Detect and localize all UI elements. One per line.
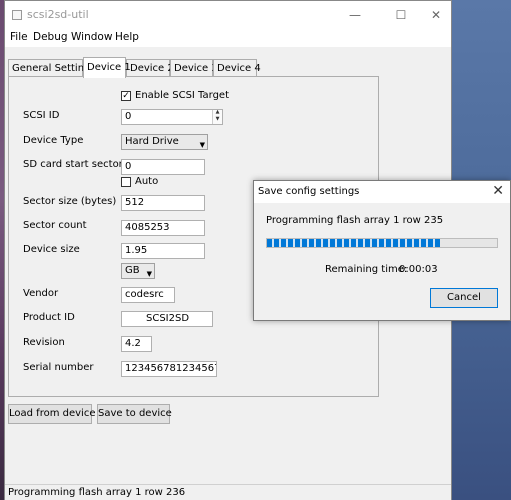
sd-start-sector-input[interactable]: 0 bbox=[121, 159, 205, 175]
tab-general-settings[interactable]: General Settings bbox=[8, 59, 96, 76]
device-type-value: Hard Drive bbox=[125, 136, 179, 147]
auto-label: Auto bbox=[135, 176, 159, 187]
tab-device-2[interactable]: Device 2 bbox=[126, 59, 174, 76]
app-icon bbox=[12, 10, 22, 20]
window-title: scsi2sd-util bbox=[27, 8, 89, 21]
enable-scsi-target-label: Enable SCSI Target bbox=[135, 90, 229, 101]
remaining-time-value: 0:00:03 bbox=[399, 264, 438, 275]
sector-count-label: Sector count bbox=[23, 220, 87, 231]
tab-device-3[interactable]: Device 3 bbox=[170, 59, 218, 76]
remaining-time-label: Remaining time: bbox=[325, 264, 408, 275]
device-size-unit-select[interactable]: GB ▼ bbox=[121, 263, 155, 279]
scsi-id-input[interactable]: 0 ▲ ▼ bbox=[121, 109, 223, 125]
dialog-title-bar[interactable]: Save config settings ✕ bbox=[254, 181, 510, 203]
device-size-input[interactable]: 1.95 bbox=[121, 243, 205, 259]
close-icon[interactable]: ✕ bbox=[425, 6, 447, 24]
sd-start-sector-label: SD card start sector bbox=[23, 159, 123, 170]
status-bar: Programming flash array 1 row 236 bbox=[5, 484, 451, 500]
revision-input[interactable]: 4.2 bbox=[121, 336, 152, 352]
chevron-down-icon: ▼ bbox=[146, 270, 152, 278]
sector-count-input[interactable]: 4085253 bbox=[121, 220, 205, 236]
device-type-select[interactable]: Hard Drive ▼ bbox=[121, 134, 208, 150]
menu-bar: File Debug Window Help bbox=[5, 29, 451, 47]
progress-bar bbox=[266, 238, 498, 248]
device-type-label: Device Type bbox=[23, 135, 84, 146]
device-size-unit-value: GB bbox=[125, 265, 140, 276]
tab-device-4[interactable]: Device 4 bbox=[213, 59, 261, 76]
title-bar[interactable]: scsi2sd-util — ☐ ✕ bbox=[5, 1, 451, 29]
sector-size-label: Sector size (bytes) bbox=[23, 196, 117, 207]
revision-label: Revision bbox=[23, 337, 65, 348]
product-id-label: Product ID bbox=[23, 312, 75, 323]
enable-scsi-target-checkbox[interactable]: ✓ bbox=[121, 91, 131, 101]
close-icon[interactable]: ✕ bbox=[492, 183, 504, 199]
load-from-device-button[interactable]: Load from device bbox=[8, 404, 95, 424]
menu-file[interactable]: File bbox=[10, 31, 28, 43]
scsi-id-spinner[interactable]: ▲ ▼ bbox=[212, 110, 222, 124]
scsi-id-value: 0 bbox=[125, 111, 132, 122]
minimize-icon[interactable]: — bbox=[344, 6, 366, 24]
vendor-label: Vendor bbox=[23, 288, 59, 299]
device-size-label: Device size bbox=[23, 244, 80, 255]
serial-number-input[interactable]: 1234567812345678 bbox=[121, 361, 217, 377]
tab-device-1[interactable]: Device 1 bbox=[83, 57, 131, 78]
progress-bar-fill bbox=[267, 239, 440, 247]
menu-help[interactable]: Help bbox=[115, 31, 139, 43]
dialog-title: Save config settings bbox=[258, 186, 360, 197]
auto-checkbox[interactable] bbox=[121, 177, 131, 187]
scsi-id-label: SCSI ID bbox=[23, 110, 60, 121]
serial-number-label: Serial number bbox=[23, 362, 94, 373]
maximize-icon[interactable]: ☐ bbox=[390, 6, 412, 24]
menu-debug[interactable]: Debug bbox=[33, 31, 68, 43]
save-to-device-button[interactable]: Save to device bbox=[97, 404, 172, 424]
vendor-input[interactable]: codesrc bbox=[121, 287, 175, 303]
product-id-input[interactable]: SCSI2SD bbox=[121, 311, 213, 327]
sector-size-input[interactable]: 512 bbox=[121, 195, 205, 211]
cancel-button[interactable]: Cancel bbox=[430, 288, 498, 308]
status-text: Programming flash array 1 row 236 bbox=[8, 487, 186, 498]
dialog-message: Programming flash array 1 row 235 bbox=[266, 215, 444, 226]
save-config-dialog: Save config settings ✕ Programming flash… bbox=[253, 180, 511, 321]
chevron-down-icon: ▼ bbox=[199, 141, 205, 149]
menu-window[interactable]: Window bbox=[71, 31, 112, 43]
